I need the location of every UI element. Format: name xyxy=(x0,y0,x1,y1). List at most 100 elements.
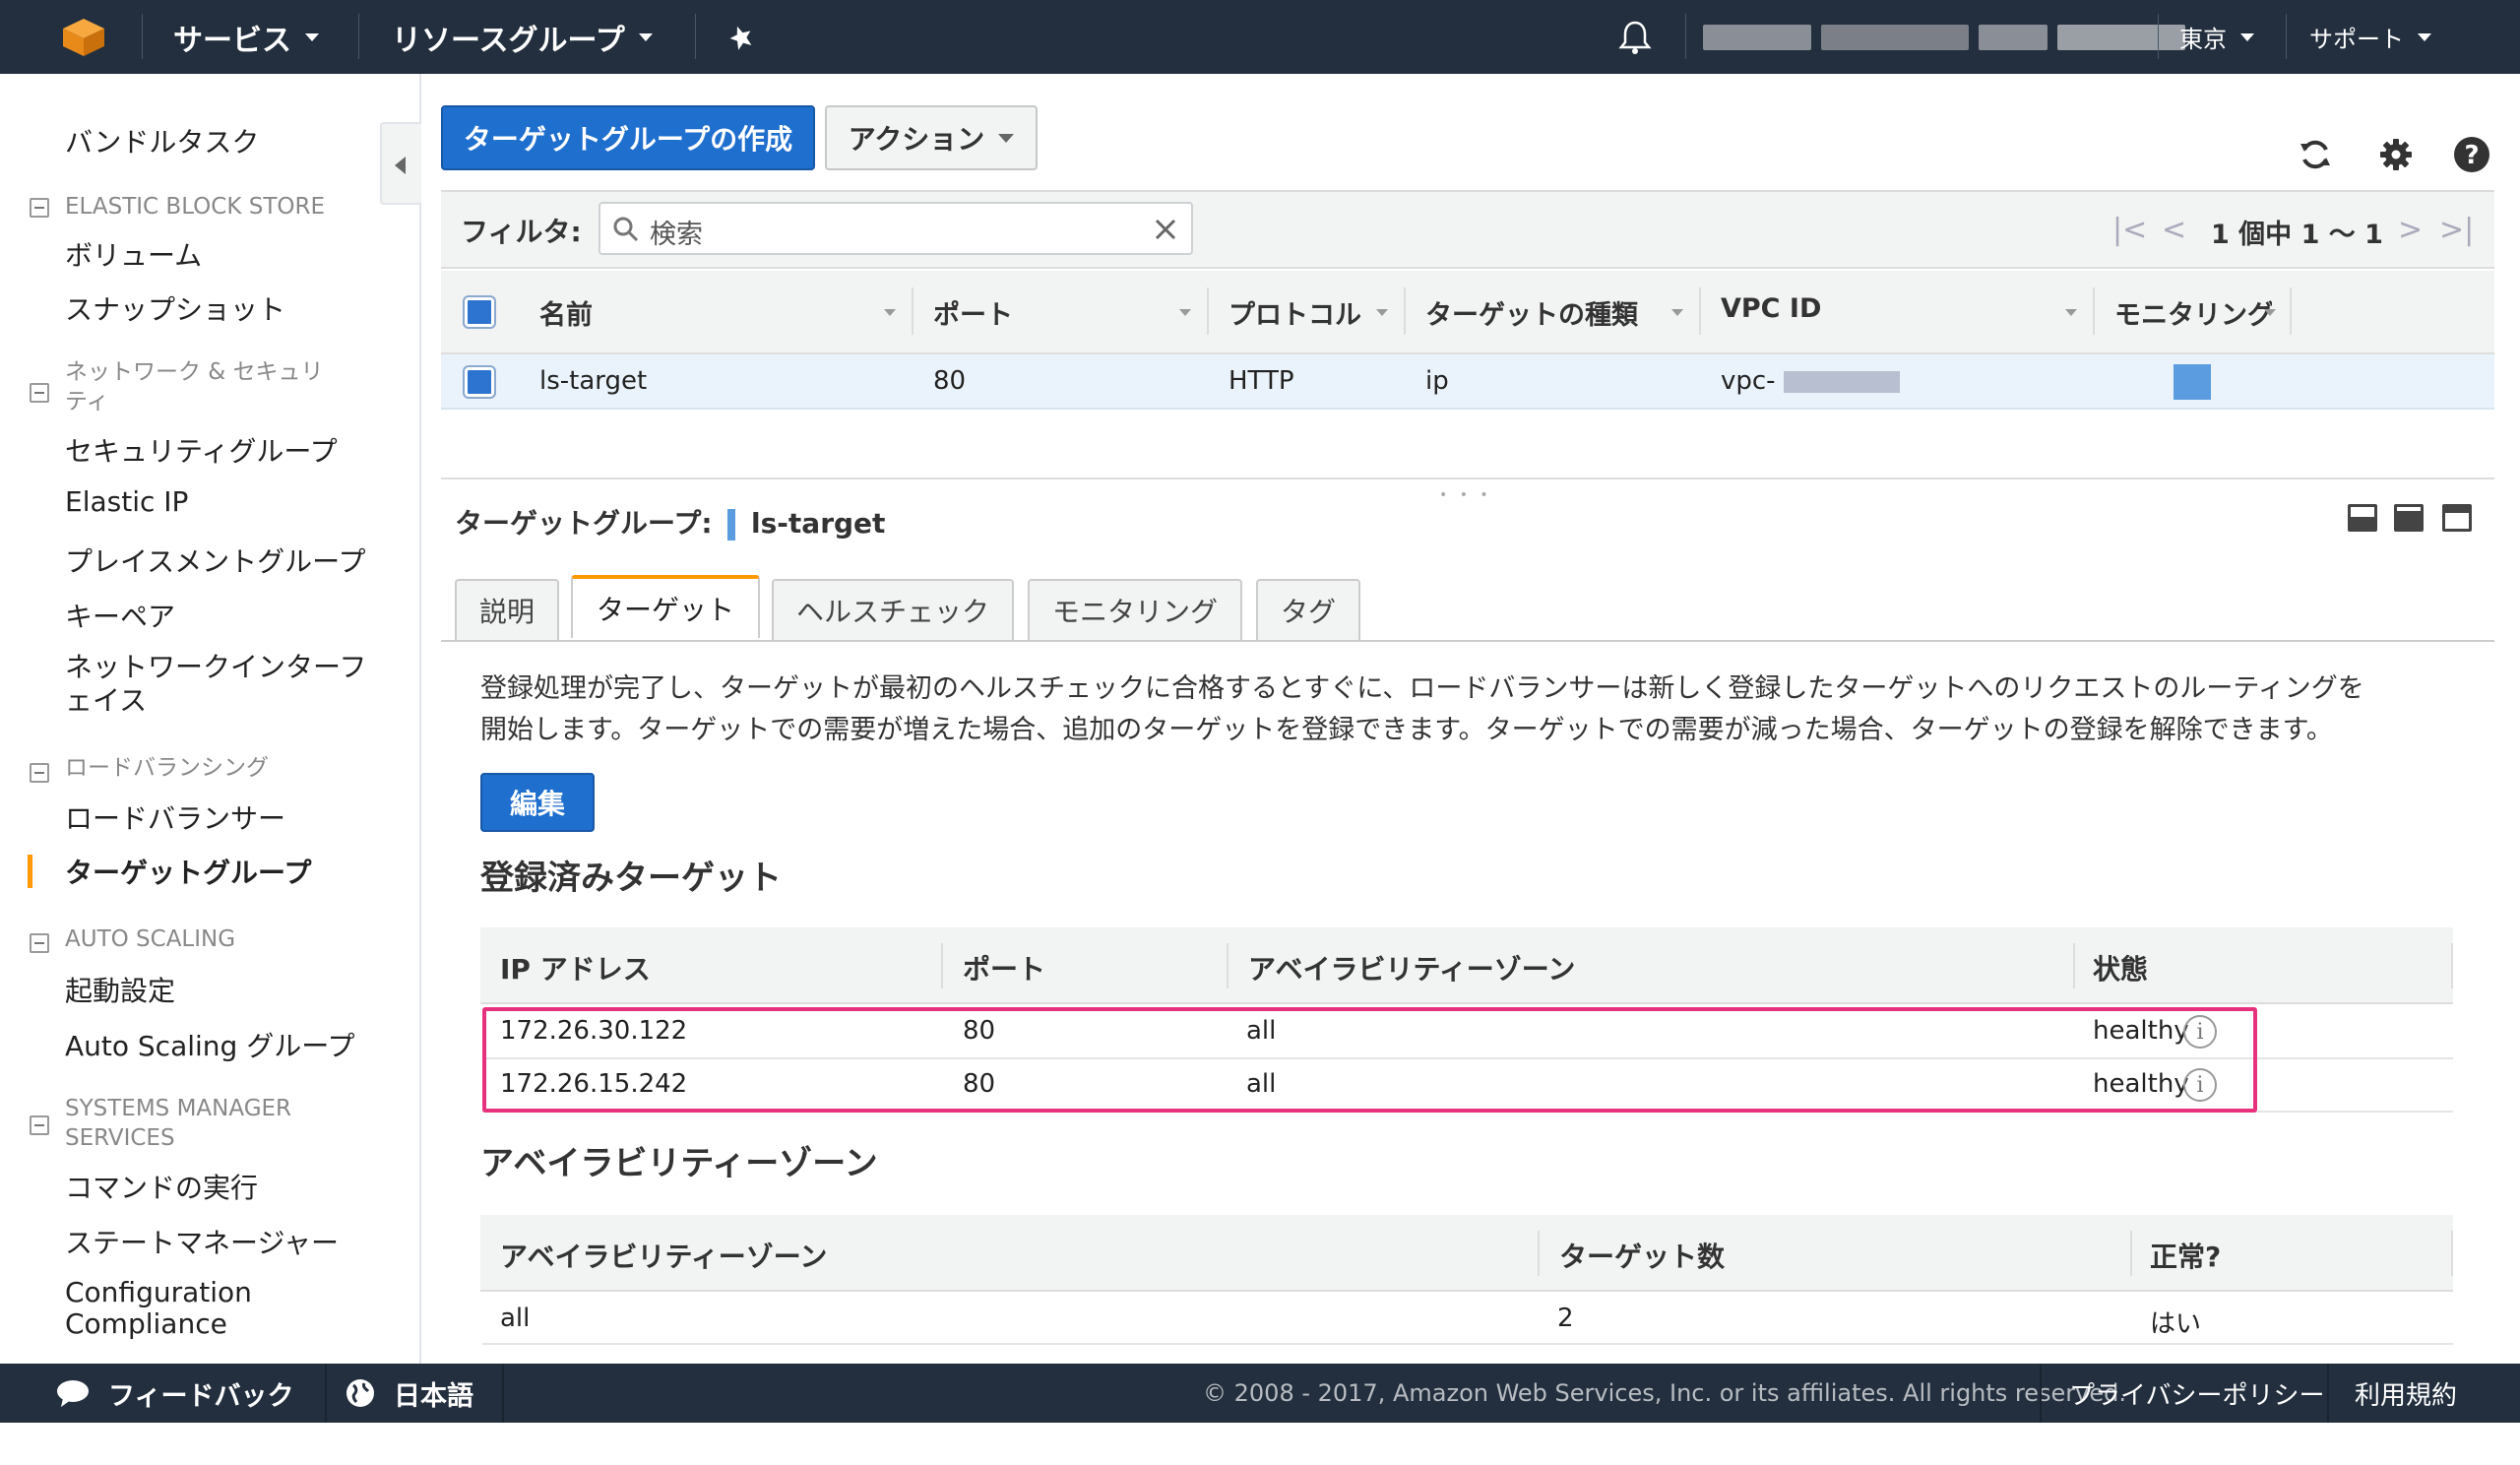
tab-targets[interactable]: ターゲット xyxy=(571,575,760,638)
services-menu[interactable]: サービス xyxy=(173,0,319,74)
help-icon[interactable]: ? xyxy=(2453,136,2490,173)
search-input[interactable]: 検索 xyxy=(598,202,1193,255)
resource-groups-menu[interactable]: リソースグループ xyxy=(392,0,653,74)
sidebar-item-security-groups[interactable]: セキュリティグループ xyxy=(65,430,338,470)
layout-half-icon[interactable] xyxy=(2394,504,2424,532)
monitoring-icon[interactable] xyxy=(2174,364,2211,400)
description-line-1: 登録処理が完了し、ターゲットが最初のヘルスチェックに合格するとすぐに、ロードバラ… xyxy=(480,673,2364,704)
column-header-port: ポート xyxy=(963,953,1046,986)
sidebar-item-bundle-tasks[interactable]: バンドルタスク xyxy=(65,121,259,160)
support-menu[interactable]: サポート xyxy=(2309,0,2431,74)
sidebar-item-placement-groups[interactable]: プレイスメントグループ xyxy=(65,541,365,580)
panel-divider[interactable] xyxy=(441,478,2494,479)
collapse-icon[interactable] xyxy=(30,763,49,783)
sidebar-item-key-pairs[interactable]: キーペア xyxy=(65,596,175,635)
collapse-icon[interactable] xyxy=(30,198,49,218)
availability-zones-title: アベイラビリティーゾーン xyxy=(480,1144,878,1183)
column-header-healthy: 正常? xyxy=(2150,1241,2222,1273)
column-header-protocol[interactable]: プロトコル xyxy=(1228,293,1361,332)
sidebar-item-auto-scaling-groups[interactable]: Auto Scaling グループ xyxy=(65,1025,355,1064)
resize-handle[interactable]: • • • xyxy=(1439,487,1492,503)
sort-icon[interactable] xyxy=(2264,309,2276,316)
prev-page-icon[interactable]: < xyxy=(2162,213,2186,247)
collapse-icon[interactable] xyxy=(30,933,49,953)
sort-icon[interactable] xyxy=(2065,309,2077,316)
language-label: 日本語 xyxy=(394,1380,473,1412)
cell-vpc-id: vpc- xyxy=(1721,366,1900,396)
bell-icon[interactable] xyxy=(1618,0,1652,74)
pin-icon[interactable] xyxy=(726,0,756,74)
sidebar-item-snapshots[interactable]: スナップショット xyxy=(65,288,285,328)
collapse-icon[interactable] xyxy=(30,1115,49,1135)
chat-bubble-icon xyxy=(57,1380,89,1407)
gear-icon[interactable] xyxy=(2377,136,2415,173)
column-header-monitoring[interactable]: モニタリング xyxy=(2114,293,2272,332)
select-all-checkbox[interactable] xyxy=(463,295,496,329)
sidebar-item-network-interfaces[interactable]: ネットワークインターフ ェイス xyxy=(65,651,366,718)
sidebar-item-volumes[interactable]: ボリューム xyxy=(65,234,202,274)
tab-monitoring[interactable]: モニタリング xyxy=(1028,579,1242,640)
refresh-icon[interactable] xyxy=(2297,136,2334,173)
column-header-target-type[interactable]: ターゲットの種類 xyxy=(1425,293,1638,332)
account-name-redacted[interactable] xyxy=(1703,0,2185,74)
registered-targets-title: 登録済みターゲット xyxy=(480,859,782,898)
svg-text:?: ? xyxy=(2464,141,2479,170)
column-header-port[interactable]: ポート xyxy=(933,293,1013,332)
terms-link[interactable]: 利用規約 xyxy=(2355,1364,2457,1423)
close-icon[interactable] xyxy=(1154,218,1177,241)
sidebar-collapse-button[interactable] xyxy=(380,122,421,205)
aws-cube-icon[interactable] xyxy=(61,0,106,74)
column-header-vpc-id[interactable]: VPC ID xyxy=(1721,293,1821,324)
pager-text: 1 個中 1 ～ 1 xyxy=(2211,220,2383,250)
column-header-name[interactable]: 名前 xyxy=(539,293,593,332)
cell-healthy: はい xyxy=(2150,1309,2202,1339)
sidebar-item-run-command[interactable]: コマンドの実行 xyxy=(65,1167,258,1206)
tab-description[interactable]: 説明 xyxy=(455,579,559,640)
sidebar-item-elastic-ip[interactable]: Elastic IP xyxy=(65,485,188,518)
edit-button[interactable]: 編集 xyxy=(480,773,595,832)
vpc-prefix: vpc- xyxy=(1721,366,1776,396)
privacy-policy-link[interactable]: プライバシーポリシー xyxy=(2069,1364,2324,1423)
sidebar-header-network: ネットワーク & セキュリ ティ xyxy=(65,357,324,416)
sidebar-header-ssm-line1: SYSTEMS MANAGER xyxy=(65,1096,292,1121)
chevron-down-icon xyxy=(2240,32,2254,41)
sort-icon[interactable] xyxy=(884,309,896,316)
chevron-down-icon xyxy=(998,133,1015,143)
region-menu[interactable]: 東京 xyxy=(2179,0,2254,74)
sidebar-item-config-line1: Configuration xyxy=(65,1276,252,1308)
sort-icon[interactable] xyxy=(1671,309,1683,316)
tab-tags[interactable]: タグ xyxy=(1256,579,1360,640)
first-page-icon[interactable]: |< xyxy=(2112,213,2147,247)
sidebar-item-state-manager[interactable]: ステートマネージャー xyxy=(65,1222,339,1261)
chevron-down-icon xyxy=(305,32,319,41)
search-placeholder: 検索 xyxy=(650,220,703,250)
cell-name[interactable]: ls-target xyxy=(539,366,647,396)
sidebar-item-load-balancers[interactable]: ロードバランサー xyxy=(65,797,285,837)
collapse-icon[interactable] xyxy=(30,383,49,403)
redacted-block xyxy=(1979,24,2048,50)
language-selector[interactable]: 日本語 xyxy=(345,1364,473,1423)
row-checkbox[interactable] xyxy=(463,365,496,399)
filter-label: フィルタ: xyxy=(461,216,582,248)
sort-icon[interactable] xyxy=(1376,309,1388,316)
column-header-target-count: ターゲット数 xyxy=(1559,1241,1726,1273)
last-page-icon[interactable]: >| xyxy=(2439,213,2474,247)
actions-button[interactable]: アクション xyxy=(825,105,1038,170)
next-page-icon[interactable]: > xyxy=(2398,213,2423,247)
sidebar-item-launch-config[interactable]: 起動設定 xyxy=(65,970,175,1009)
sidebar-item-target-groups[interactable]: ターゲットグループ xyxy=(65,852,311,891)
sidebar-header-network-line1: ネットワーク & セキュリ xyxy=(65,359,324,385)
layout-top-icon[interactable] xyxy=(2442,504,2472,532)
layout-bottom-icon[interactable] xyxy=(2348,504,2377,532)
sidebar-item-configuration-compliance[interactable]: Configuration Compliance xyxy=(65,1277,252,1340)
feedback-link[interactable]: フィードバック xyxy=(55,1364,293,1423)
sidebar-item-network-interfaces-line1: ネットワークインターフ xyxy=(65,651,367,683)
sidebar-item-network-interfaces-line2: ェイス xyxy=(65,684,148,717)
redacted-block xyxy=(1783,370,1900,393)
sidebar-header-ebs: ELASTIC BLOCK STORE xyxy=(65,194,326,220)
create-target-group-button[interactable]: ターゲットグループの作成 xyxy=(441,105,815,170)
sort-icon[interactable] xyxy=(1179,309,1191,316)
active-indicator xyxy=(28,855,32,888)
tab-baseline xyxy=(441,640,2494,642)
tab-health-check[interactable]: ヘルスチェック xyxy=(772,579,1014,640)
